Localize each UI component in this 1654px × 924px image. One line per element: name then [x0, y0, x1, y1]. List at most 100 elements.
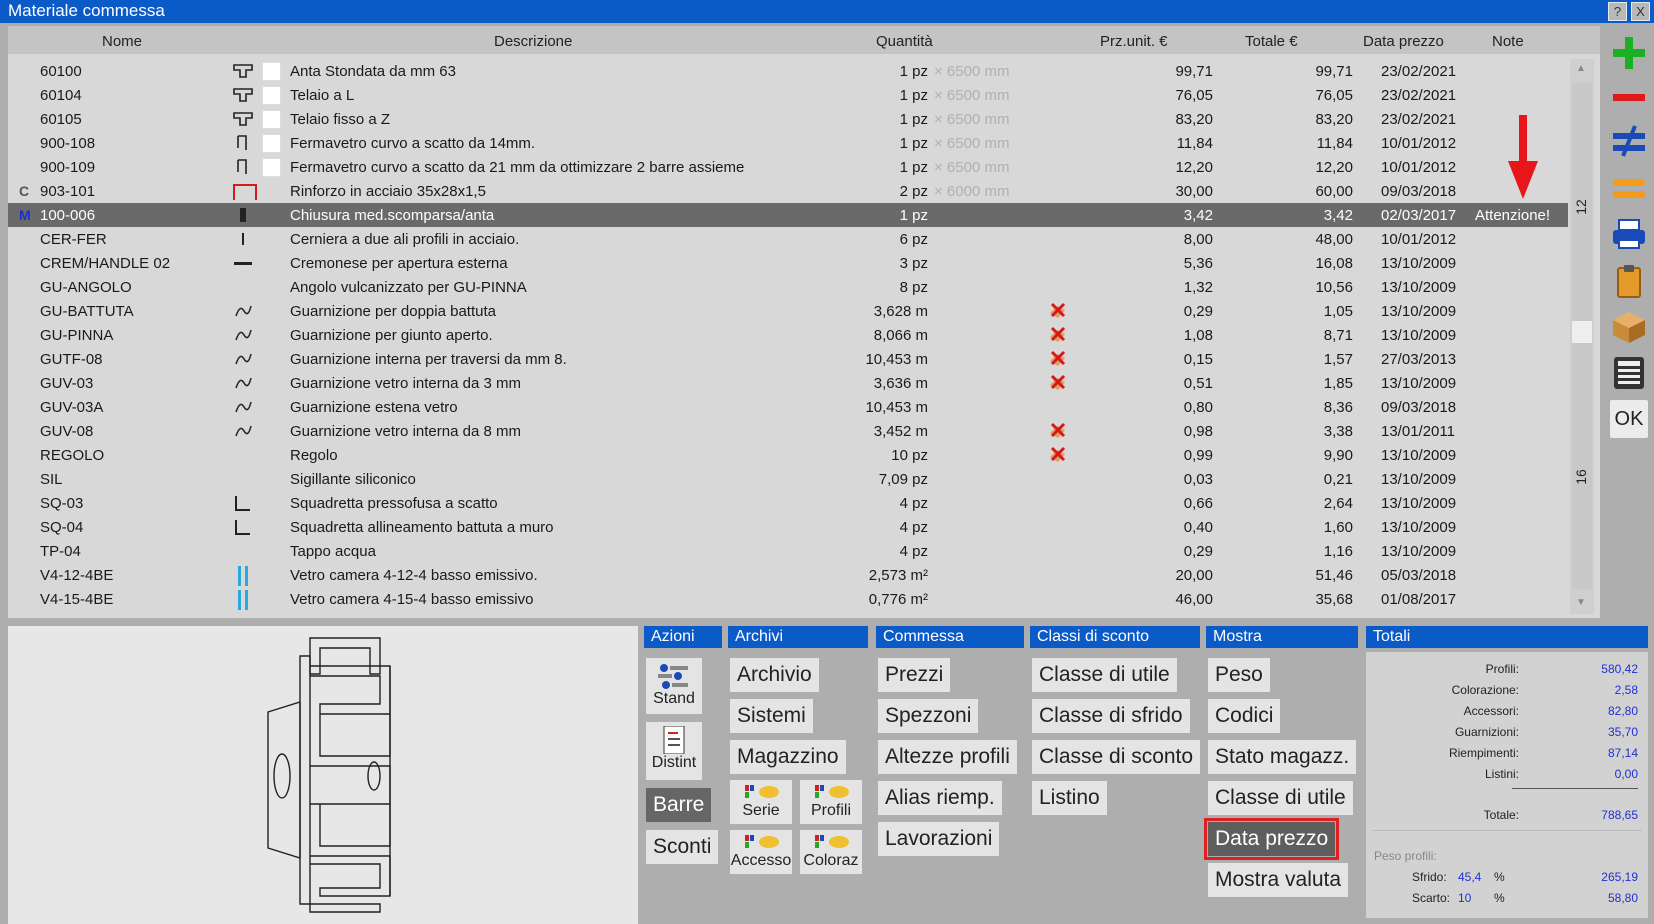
serie-button[interactable]: Serie [730, 780, 792, 824]
listino-button[interactable]: Listino [1032, 781, 1107, 815]
print-icon[interactable] [1610, 216, 1648, 254]
cell-prezzo: 0,40 [1183, 519, 1213, 536]
color-swatch[interactable] [262, 62, 281, 81]
sistemi-button[interactable]: Sistemi [730, 699, 813, 733]
col-totale[interactable]: Totale € [1245, 33, 1298, 50]
col-data[interactable]: Data prezzo [1363, 33, 1444, 50]
table-row[interactable]: 900-108 Fermavetro curvo a scatto da 14mm… [8, 131, 1568, 155]
table-row[interactable]: CER-FER Cerniera a due ali profili in acc… [8, 227, 1568, 251]
table-row[interactable]: CREM/HANDLE 02 Cremonese per apertura est… [8, 251, 1568, 275]
table-row[interactable]: GU-PINNA Guarnizione per giunto aperto. 8,… [8, 323, 1568, 347]
remove-icon[interactable] [1610, 78, 1648, 116]
table-row[interactable]: 60104 Telaio a L 1 pz × 6500 mm 76,05 76,05 23… [8, 83, 1568, 107]
barre-button[interactable]: Barre [646, 788, 712, 822]
cell-totale: 12,20 [1315, 159, 1353, 176]
stato-magazz-button[interactable]: Stato magazz. [1208, 740, 1357, 774]
calculator-icon[interactable] [1610, 354, 1648, 392]
table-row[interactable]: GUTF-08 Guarnizione interna per traversi … [8, 347, 1568, 371]
table-row[interactable]: GUV-08 Guarnizione vetro interna da 8 mm 3… [8, 419, 1568, 443]
table-row[interactable]: GUV-03A Guarnizione estena vetro 10,453 m 0… [8, 395, 1568, 419]
col-note[interactable]: Note [1492, 33, 1524, 50]
classe-sfrido-button[interactable]: Classe di sfrido [1032, 699, 1190, 733]
ok-button[interactable]: OK [1610, 400, 1648, 438]
cell-data-prezzo: 05/03/2018 [1381, 567, 1457, 584]
table-row[interactable]: GU-ANGOLO Angolo vulcanizzato per GU-PINN… [8, 275, 1568, 299]
table-row[interactable]: 60100 Anta Stondata da mm 63 1 pz × 6500 mm… [8, 59, 1568, 83]
totali-box: Profili: 580,42 Colorazione: 2,58 Accessor… [1366, 652, 1648, 918]
profili-button[interactable]: Profili [800, 780, 862, 824]
sconti-button[interactable]: Sconti [646, 830, 719, 864]
box-icon[interactable] [1610, 308, 1648, 346]
altezze-profili-button[interactable]: Altezze profili [878, 740, 1017, 774]
table-header: Nome Descrizione Quantità Prz.unit. € To… [8, 26, 1600, 54]
palette-icon [745, 785, 779, 798]
coloraz-button[interactable]: Coloraz [800, 830, 862, 874]
color-swatch[interactable] [262, 158, 281, 177]
table-row[interactable]: SIL Sigillante siliconico 7,09 pz 0,03 0,21 1… [8, 467, 1568, 491]
cell-quantita: 3 pz [899, 255, 928, 272]
table-row[interactable]: V4-15-4BE Vetro camera 4-15-4 basso emiss… [8, 587, 1568, 611]
color-swatch[interactable] [262, 110, 281, 129]
hinge-icon [232, 230, 254, 248]
document-icon [663, 726, 685, 754]
prezzi-button[interactable]: Prezzi [878, 658, 951, 692]
color-swatch[interactable] [262, 134, 281, 153]
scroll-thumb[interactable] [1572, 321, 1592, 343]
classe-sconto-button[interactable]: Classe di sconto [1032, 740, 1201, 774]
distint-button[interactable]: Distint [646, 722, 702, 780]
accesso-button[interactable]: Accesso [730, 830, 792, 874]
table-row[interactable]: TP-04 Tappo acqua 4 pz 0,29 1,16 13/10/2009 [8, 539, 1568, 563]
mostra-classe-utile-button[interactable]: Classe di utile [1208, 781, 1353, 815]
table-row[interactable]: V4-12-4BE Vetro camera 4-12-4 basso emiss… [8, 563, 1568, 587]
classi-sconto-header: Classi di sconto [1030, 626, 1200, 648]
table-row[interactable]: M 100-006 Chiusura med.scomparsa/anta 1 pz 3… [8, 203, 1568, 227]
cell-quantita: 4 pz [899, 543, 928, 560]
archivio-button[interactable]: Archivio [730, 658, 819, 692]
not-equal-icon[interactable] [1610, 122, 1648, 160]
magazzino-button[interactable]: Magazzino [730, 740, 846, 774]
col-nome[interactable]: Nome [102, 33, 142, 50]
codici-button[interactable]: Codici [1208, 699, 1281, 733]
mostra-header: Mostra [1206, 626, 1358, 648]
lavorazioni-button[interactable]: Lavorazioni [878, 822, 1000, 856]
cell-data-prezzo: 13/10/2009 [1381, 519, 1457, 536]
cell-descrizione: Telaio fisso a Z [290, 111, 391, 128]
sfrido-percent[interactable]: 45,4 [1458, 870, 1481, 884]
cell-quantita: 10,453 m [865, 351, 928, 368]
table-row[interactable]: GU-BATTUTA Guarnizione per doppia battuta… [8, 299, 1568, 323]
peso-button[interactable]: Peso [1208, 658, 1270, 692]
scroll-down-icon[interactable]: ▼ [1576, 597, 1586, 608]
clipboard-icon[interactable] [1610, 262, 1648, 300]
table-row[interactable]: C 903-101 Rinforzo in acciaio 35x28x1,5 2 p… [8, 179, 1568, 203]
stand-button[interactable]: Stand [646, 658, 702, 714]
spezzoni-button[interactable]: Spezzoni [878, 699, 979, 733]
cell-data-prezzo: 02/03/2017 [1381, 207, 1457, 224]
help-button[interactable]: ? [1608, 2, 1627, 21]
scroll-up-icon[interactable]: ▲ [1576, 63, 1586, 74]
table-row[interactable]: REGOLO Regolo 10 pz 0,99 9,90 13/10/2009 [8, 443, 1568, 467]
table-row[interactable]: SQ-03 Squadretta pressofusa a scatto 4 pz 0… [8, 491, 1568, 515]
col-descrizione[interactable]: Descrizione [494, 33, 572, 50]
classe-utile-button[interactable]: Classe di utile [1032, 658, 1177, 692]
col-prezzo[interactable]: Prz.unit. € [1100, 33, 1168, 50]
data-prezzo-button[interactable]: Data prezzo [1203, 818, 1340, 860]
vertical-scrollbar[interactable]: ▲ 12 16 ▼ [1570, 59, 1594, 614]
add-icon[interactable] [1610, 34, 1648, 72]
table-row[interactable]: 900-109 Fermavetro curvo a scatto da 21 m… [8, 155, 1568, 179]
cell-totale: 1,05 [1323, 303, 1353, 320]
col-quantita[interactable]: Quantità [876, 33, 933, 50]
cell-descrizione: Cremonese per apertura esterna [290, 255, 508, 272]
color-swatch[interactable] [262, 86, 281, 105]
cell-nome: 903-101 [40, 183, 96, 200]
glazing-bead-icon [232, 134, 254, 152]
alias-riemp-button[interactable]: Alias riemp. [878, 781, 1002, 815]
close-button[interactable]: X [1631, 2, 1650, 21]
table-row[interactable]: SQ-04 Squadretta allineamento battuta a m… [8, 515, 1568, 539]
equal-icon[interactable] [1610, 168, 1648, 206]
mostra-valuta-button[interactable]: Mostra valuta [1208, 863, 1349, 897]
scroll-marker-top: 12 [1572, 199, 1589, 215]
cell-descrizione: Vetro camera 4-15-4 basso emissivo [290, 591, 534, 608]
scarto-percent[interactable]: 10 [1458, 891, 1471, 905]
table-row[interactable]: 60105 Telaio fisso a Z 1 pz × 6500 mm 83,20 8… [8, 107, 1568, 131]
table-row[interactable]: GUV-03 Guarnizione vetro interna da 3 mm 3… [8, 371, 1568, 395]
